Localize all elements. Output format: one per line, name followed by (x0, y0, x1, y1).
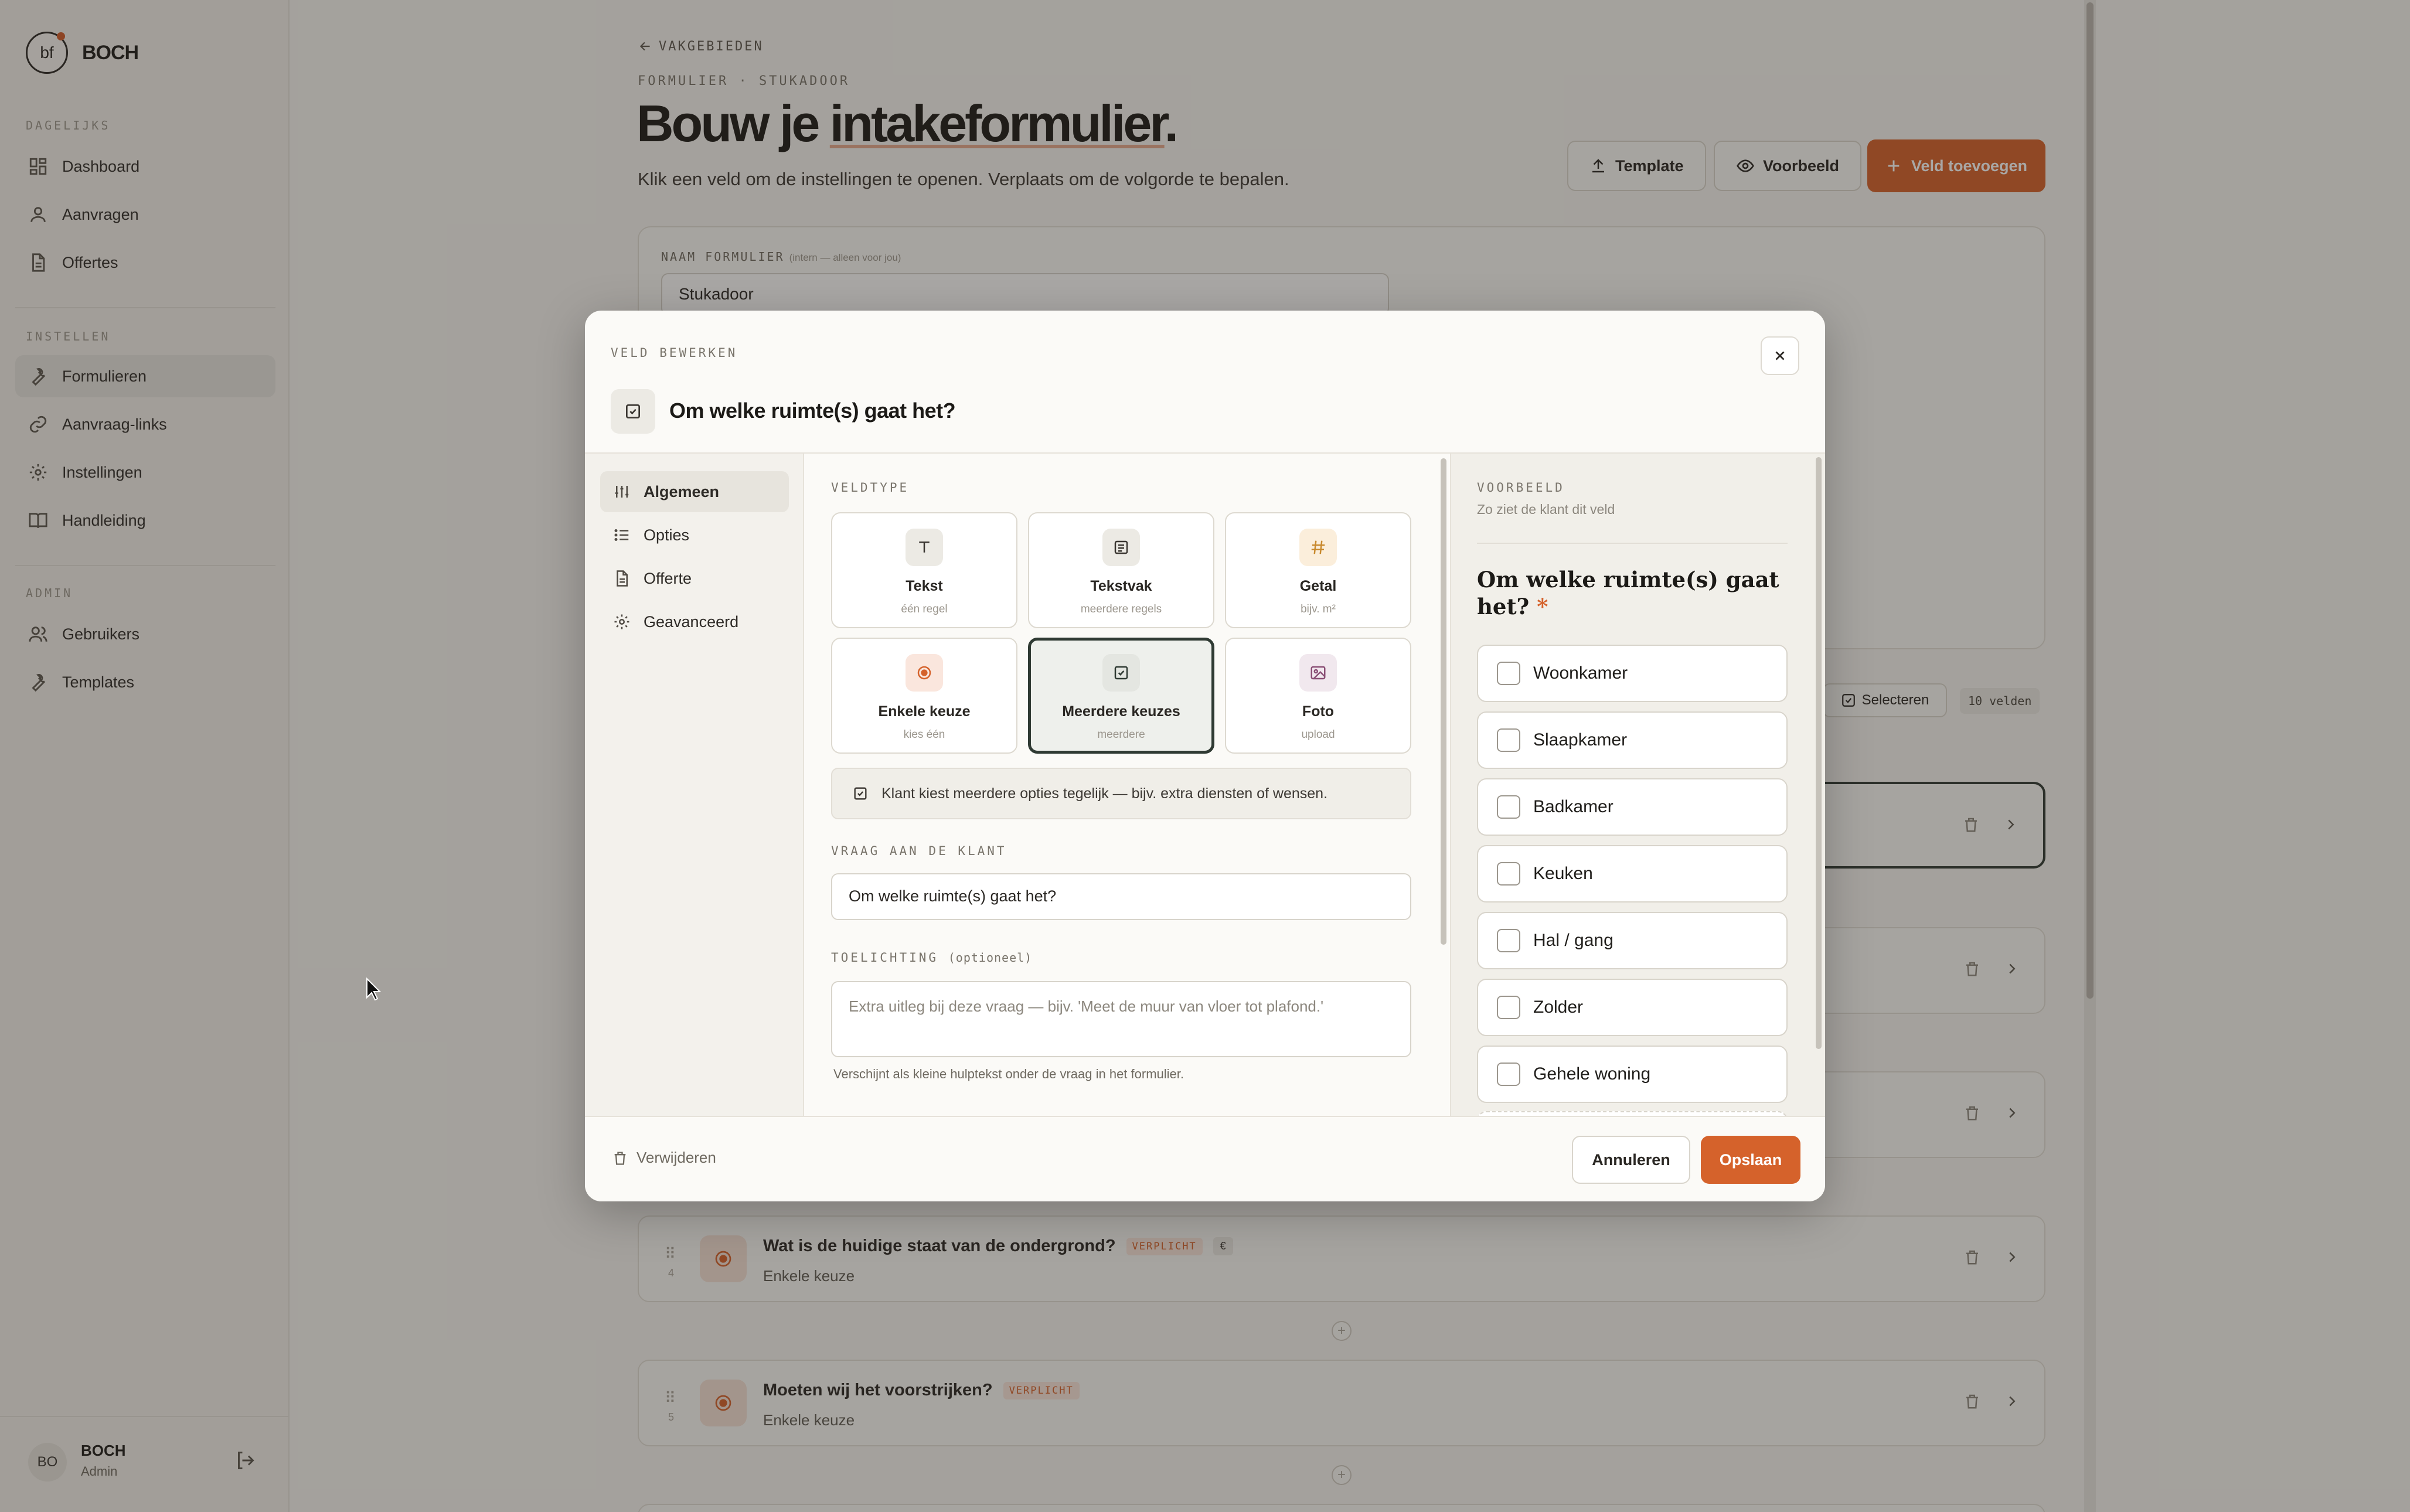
preview-option-label: Hal / gang (1533, 931, 1614, 950)
fieldtype-name: Foto (1302, 703, 1335, 720)
tab-label: Offerte (644, 569, 692, 587)
textarea-icon (1102, 529, 1140, 566)
tab-label: Opties (644, 526, 690, 544)
close-icon (1775, 351, 1785, 360)
tab-algemeen[interactable]: Algemeen (600, 471, 789, 512)
checkbox-icon (1497, 1063, 1520, 1086)
text-icon (906, 529, 943, 566)
fieldtype-sub: upload (1301, 728, 1335, 741)
preview-option-label: Badkamer (1533, 797, 1614, 816)
preview-option[interactable]: Gehele woning (1477, 1046, 1788, 1103)
fieldtype-sub: bijv. m² (1301, 603, 1336, 615)
preview-scrollbar[interactable] (1816, 457, 1822, 1049)
save-button[interactable]: Opslaan (1701, 1136, 1800, 1184)
preview-option-label: Zolder (1533, 997, 1584, 1017)
fieldtype-sub: meerdere regels (1080, 603, 1162, 615)
fieldtype-sub: kies één (903, 728, 945, 741)
fieldtype-tekstvak[interactable]: Tekstvak meerdere regels (1028, 512, 1214, 628)
hash-icon (1299, 529, 1337, 566)
sliders-icon (615, 486, 629, 498)
list-icon (614, 529, 629, 541)
delete-button-label: Verwijderen (636, 1149, 716, 1166)
checkbox-icon (1497, 795, 1520, 819)
delete-button[interactable]: Verwijderen (612, 1149, 716, 1167)
required-mark: * (1537, 594, 1548, 620)
fieldtype-name: Meerdere keuzes (1062, 703, 1180, 720)
fieldtype-foto[interactable]: Foto upload (1225, 638, 1411, 754)
explain-help-text: Verschijnt als kleine hulptekst onder de… (833, 1067, 1184, 1081)
preview-option[interactable]: Woonkamer (1477, 645, 1788, 702)
modal-tabs: Algemeen Opties Offerte Geavanceerd (585, 454, 804, 1116)
gear-icon (614, 614, 629, 629)
tab-offerte[interactable]: Offerte (600, 558, 789, 599)
preview-option-label: Gehele woning (1533, 1064, 1651, 1084)
fieldtype-meerdere-keuzes[interactable]: Meerdere keuzes meerdere (1028, 638, 1214, 754)
image-icon (1299, 654, 1337, 692)
modal-eyebrow: VELD BEWERKEN (611, 346, 738, 360)
preview-label: VOORBEELD (1477, 481, 1565, 495)
preview-question: Om welke ruimte(s) gaat het? * (1477, 566, 1782, 621)
preview-question-text: Om welke ruimte(s) gaat het? (1477, 567, 1779, 620)
fieldtype-tekst[interactable]: Tekst één regel (831, 512, 1017, 628)
mouse-cursor-icon (366, 978, 381, 1001)
modal-footer: Verwijderen Annuleren Opslaan (585, 1116, 1825, 1201)
checkbox-icon (854, 787, 867, 800)
document-icon (617, 570, 628, 587)
checkbox-icon (1102, 654, 1140, 692)
close-button[interactable] (1761, 336, 1799, 375)
radio-icon (906, 654, 943, 692)
fieldtype-name: Getal (1299, 578, 1337, 594)
checkbox-icon (1497, 862, 1520, 886)
checkbox-icon (1497, 662, 1520, 685)
edit-field-modal: VELD BEWERKEN Om welke ruimte(s) gaat he… (585, 311, 1825, 1201)
checkbox-icon (1497, 929, 1520, 952)
preview-option[interactable]: Keuken (1477, 845, 1788, 903)
question-label: VRAAG AAN DE KLANT (831, 844, 1007, 858)
checkbox-icon (626, 404, 640, 418)
question-input[interactable]: Om welke ruimte(s) gaat het? (831, 873, 1411, 920)
tab-label: Geavanceerd (644, 612, 739, 631)
preview-option[interactable]: Badkamer (1477, 778, 1788, 836)
preview-panel: VOORBEELD Zo ziet de klant dit veld Om w… (1450, 454, 1825, 1116)
modal-title: Om welke ruimte(s) gaat het? (669, 399, 956, 423)
fieldtype-sub: meerdere (1097, 728, 1145, 741)
checkbox-icon (1497, 728, 1520, 752)
preview-option-label: Slaapkamer (1533, 730, 1628, 750)
explain-textarea[interactable]: Extra uitleg bij deze vraag — bijv. 'Mee… (831, 981, 1411, 1057)
tab-opties[interactable]: Opties (600, 515, 789, 556)
preview-option-label: Keuken (1533, 864, 1593, 883)
fieldtype-sub: één regel (901, 603, 948, 615)
modal-title-icon (611, 389, 655, 434)
preview-option-more (1477, 1111, 1788, 1116)
checkbox-icon (1497, 996, 1520, 1019)
fieldtype-info: Klant kiest meerdere opties tegelijk — b… (831, 768, 1411, 819)
tab-geavanceerd[interactable]: Geavanceerd (600, 601, 789, 642)
cancel-button[interactable]: Annuleren (1572, 1136, 1690, 1184)
explain-label: TOELICHTING (optioneel) (831, 951, 1032, 965)
fieldtype-name: Tekst (906, 578, 943, 594)
fieldtype-name: Enkele keuze (878, 703, 971, 720)
trash-icon (614, 1152, 626, 1165)
explain-optional: (optioneel) (948, 951, 1033, 965)
settings-scrollbar[interactable] (1441, 458, 1446, 945)
fieldtype-label: VELDTYPE (831, 481, 910, 495)
fieldtype-getal[interactable]: Getal bijv. m² (1225, 512, 1411, 628)
preview-option[interactable]: Hal / gang (1477, 912, 1788, 969)
preview-subtitle: Zo ziet de klant dit veld (1477, 502, 1615, 517)
fieldtype-info-text: Klant kiest meerdere opties tegelijk — b… (881, 785, 1328, 802)
preview-divider (1477, 543, 1788, 544)
tab-label: Algemeen (644, 482, 720, 500)
preview-option[interactable]: Zolder (1477, 979, 1788, 1036)
modal-settings-panel: VELDTYPE Tekst één regel Tekstvak meerde… (804, 454, 1449, 1116)
preview-option-label: Woonkamer (1533, 663, 1628, 683)
fieldtype-enkele-keuze[interactable]: Enkele keuze kies één (831, 638, 1017, 754)
explain-label-text: TOELICHTING (831, 951, 939, 965)
fieldtype-name: Tekstvak (1090, 578, 1152, 594)
preview-option[interactable]: Slaapkamer (1477, 711, 1788, 769)
